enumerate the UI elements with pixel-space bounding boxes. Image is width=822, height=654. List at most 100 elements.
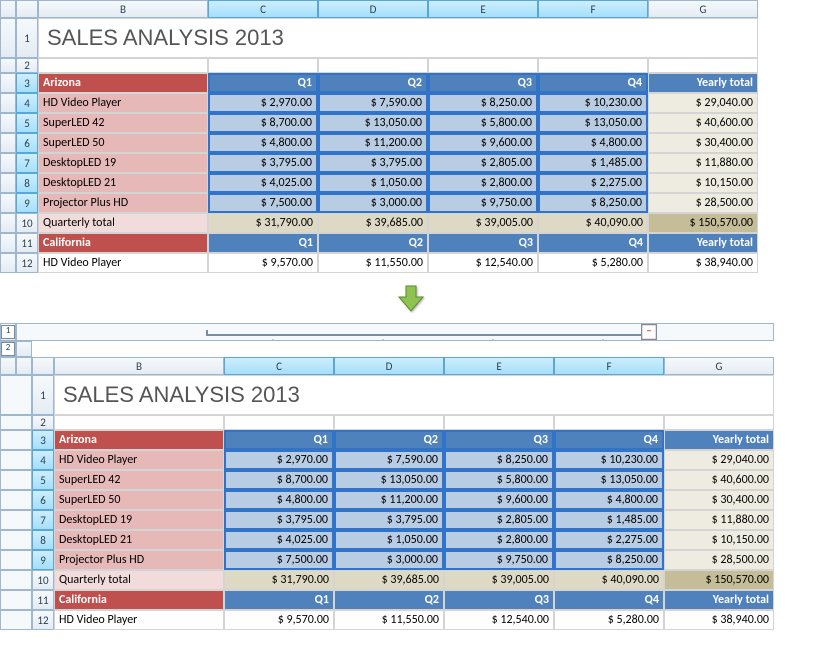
yearly-total-cell[interactable]: $ 38,940.00 <box>648 253 758 273</box>
data-cell[interactable]: $ 1,050.00 <box>334 530 444 550</box>
row-header-4[interactable]: 4 <box>16 93 38 113</box>
row-header-2[interactable]: 2 <box>16 58 38 73</box>
product-name[interactable]: HD Video Player <box>54 610 224 630</box>
row-header-5[interactable]: 5 <box>32 470 54 490</box>
yearly-total-cell[interactable]: $ 29,040.00 <box>648 93 758 113</box>
yearly-total-cell[interactable]: $ 38,940.00 <box>664 610 774 630</box>
yearly-total-header[interactable]: Yearly total <box>664 430 774 450</box>
q-header[interactable]: Q2 <box>318 233 428 253</box>
data-cell[interactable]: $ 4,800.00 <box>224 490 334 510</box>
data-cell[interactable]: $ 2,805.00 <box>428 153 538 173</box>
col-header-B[interactable]: B <box>54 357 224 375</box>
data-cell[interactable]: $ 11,200.00 <box>334 490 444 510</box>
yearly-total-cell[interactable]: $ 28,500.00 <box>664 550 774 570</box>
row-header-9[interactable]: 9 <box>16 193 38 213</box>
q-header[interactable]: Q2 <box>318 73 428 93</box>
data-cell[interactable]: $ 5,800.00 <box>428 113 538 133</box>
data-cell[interactable]: $ 7,500.00 <box>224 550 334 570</box>
yearly-total-cell[interactable]: $ 40,600.00 <box>648 113 758 133</box>
q-header[interactable]: Q1 <box>208 73 318 93</box>
data-cell[interactable]: $ 3,795.00 <box>208 153 318 173</box>
yearly-total-cell[interactable]: $ 11,880.00 <box>664 510 774 530</box>
data-cell[interactable]: $ 4,800.00 <box>208 133 318 153</box>
data-cell[interactable]: $ 1,485.00 <box>538 153 648 173</box>
q-header[interactable]: Q3 <box>428 73 538 93</box>
yearly-total-cell[interactable]: $ 10,150.00 <box>648 173 758 193</box>
data-cell[interactable]: $ 8,250.00 <box>428 93 538 113</box>
product-name[interactable]: DesktopLED 19 <box>54 510 224 530</box>
data-cell[interactable]: $ 5,800.00 <box>444 470 554 490</box>
quarterly-total-cell[interactable]: $ 40,090.00 <box>554 570 664 590</box>
row-header-10[interactable]: 10 <box>16 213 38 233</box>
data-cell[interactable]: $ 2,275.00 <box>554 530 664 550</box>
col-header-E[interactable]: E <box>428 0 538 18</box>
data-cell[interactable]: $ 2,800.00 <box>444 530 554 550</box>
data-cell[interactable]: $ 12,540.00 <box>444 610 554 630</box>
q-header[interactable]: Q1 <box>224 430 334 450</box>
quarterly-total-cell[interactable]: $ 39,005.00 <box>444 570 554 590</box>
q-header[interactable]: Q2 <box>334 590 444 610</box>
region-name[interactable]: Arizona <box>54 430 224 450</box>
data-cell[interactable]: $ 10,230.00 <box>554 450 664 470</box>
col-header-D[interactable]: D <box>334 357 444 375</box>
yearly-total-cell[interactable]: $ 40,600.00 <box>664 470 774 490</box>
data-cell[interactable]: $ 4,025.00 <box>224 530 334 550</box>
col-header-B[interactable]: B <box>38 0 208 18</box>
row-header-9[interactable]: 9 <box>32 550 54 570</box>
product-name[interactable]: SuperLED 50 <box>54 490 224 510</box>
product-name[interactable]: SuperLED 42 <box>38 113 208 133</box>
row-header-12[interactable]: 12 <box>32 610 54 630</box>
row-header-4[interactable]: 4 <box>32 450 54 470</box>
product-name[interactable]: DesktopLED 19 <box>38 153 208 173</box>
outline-level-1[interactable]: 1 <box>0 323 16 341</box>
data-cell[interactable]: $ 3,795.00 <box>318 153 428 173</box>
row-header-8[interactable]: 8 <box>16 173 38 193</box>
data-cell[interactable]: $ 2,970.00 <box>224 450 334 470</box>
q-header[interactable]: Q4 <box>538 233 648 253</box>
data-cell[interactable]: $ 13,050.00 <box>554 470 664 490</box>
quarterly-total-cell[interactable]: $ 31,790.00 <box>224 570 334 590</box>
row-header-3[interactable]: 3 <box>16 73 38 93</box>
data-cell[interactable]: $ 2,805.00 <box>444 510 554 530</box>
data-cell[interactable]: $ 13,050.00 <box>538 113 648 133</box>
product-name[interactable]: SuperLED 42 <box>54 470 224 490</box>
data-cell[interactable]: $ 7,590.00 <box>334 450 444 470</box>
yearly-total-header[interactable]: Yearly total <box>664 590 774 610</box>
row-header-5[interactable]: 5 <box>16 113 38 133</box>
product-name[interactable]: HD Video Player <box>54 450 224 470</box>
row-header-6[interactable]: 6 <box>32 490 54 510</box>
yearly-total-header[interactable]: Yearly total <box>648 73 758 93</box>
q-header[interactable]: Q1 <box>224 590 334 610</box>
row-header-7[interactable]: 7 <box>32 510 54 530</box>
product-name[interactable]: Projector Plus HD <box>38 193 208 213</box>
q-header[interactable]: Q1 <box>208 233 318 253</box>
quarterly-total-cell[interactable]: $ 40,090.00 <box>538 213 648 233</box>
data-cell[interactable]: $ 11,550.00 <box>318 253 428 273</box>
col-header-C[interactable]: C <box>224 357 334 375</box>
col-header-F[interactable]: F <box>538 0 648 18</box>
data-cell[interactable]: $ 5,280.00 <box>554 610 664 630</box>
yearly-total-cell[interactable]: $ 29,040.00 <box>664 450 774 470</box>
data-cell[interactable]: $ 3,000.00 <box>334 550 444 570</box>
product-name[interactable]: Projector Plus HD <box>54 550 224 570</box>
data-cell[interactable]: $ 8,250.00 <box>554 550 664 570</box>
row-header-11[interactable]: 11 <box>16 233 38 253</box>
data-cell[interactable]: $ 9,750.00 <box>428 193 538 213</box>
data-cell[interactable]: $ 2,275.00 <box>538 173 648 193</box>
data-cell[interactable]: $ 8,700.00 <box>208 113 318 133</box>
data-cell[interactable]: $ 11,200.00 <box>318 133 428 153</box>
row-header-6[interactable]: 6 <box>16 133 38 153</box>
row-header-10[interactable]: 10 <box>32 570 54 590</box>
quarterly-total-cell[interactable]: $ 39,685.00 <box>318 213 428 233</box>
outline-collapse-button[interactable]: – <box>641 324 657 340</box>
col-header-C[interactable]: C <box>208 0 318 18</box>
data-cell[interactable]: $ 8,250.00 <box>444 450 554 470</box>
product-name[interactable]: HD Video Player <box>38 93 208 113</box>
data-cell[interactable]: $ 3,795.00 <box>334 510 444 530</box>
col-header-E[interactable]: E <box>444 357 554 375</box>
q-header[interactable]: Q4 <box>554 430 664 450</box>
region-name[interactable]: California <box>38 233 208 253</box>
region-name[interactable]: Arizona <box>38 73 208 93</box>
data-cell[interactable]: $ 1,050.00 <box>318 173 428 193</box>
row-header-7[interactable]: 7 <box>16 153 38 173</box>
